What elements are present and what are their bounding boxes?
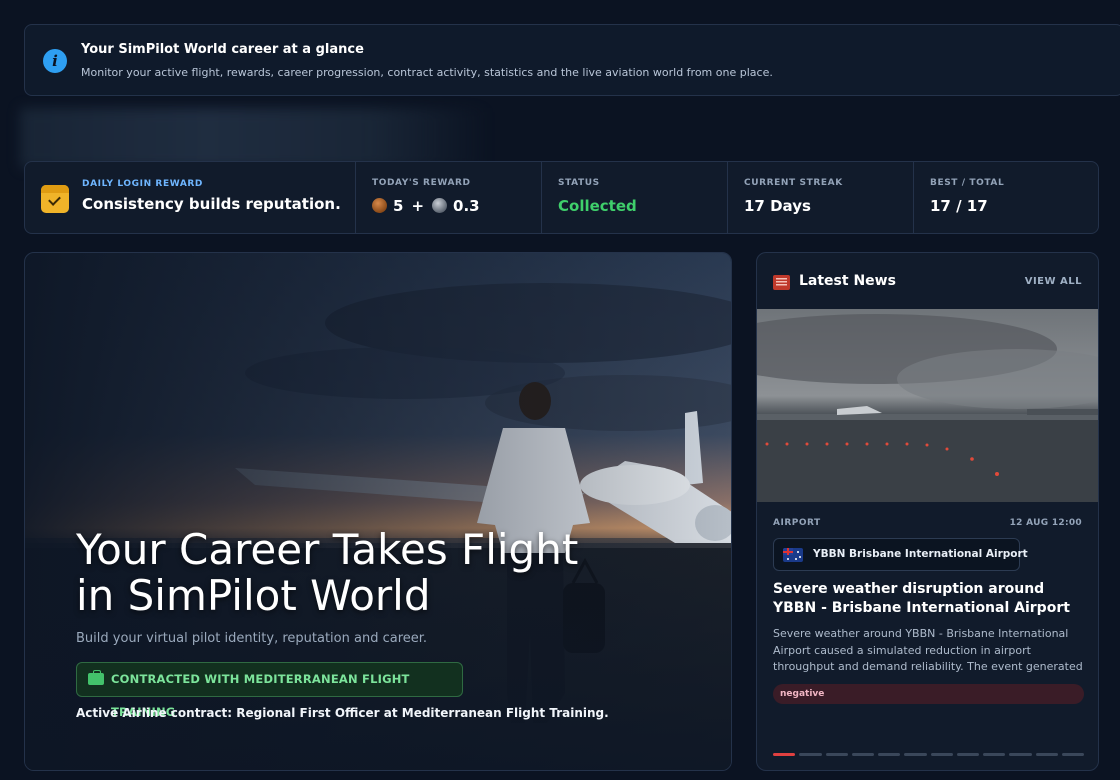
streak-value: 17 Days (744, 197, 811, 215)
carousel-dot[interactable] (825, 753, 848, 756)
carousel-dot[interactable] (878, 753, 901, 756)
todays-reward-label: TODAY'S REWARD (372, 178, 471, 188)
carousel-dot[interactable] (851, 753, 874, 756)
status-value: Collected (558, 197, 637, 215)
reward-secondary-amount: 0.3 (453, 197, 480, 215)
airport-chip[interactable]: YBBN Brisbane International Airport (773, 538, 1028, 571)
bronze-coin-icon (372, 198, 387, 213)
hero-title: Your Career Takes Flight in SimPilot Wor… (76, 527, 676, 619)
news-title: Latest News (799, 273, 896, 289)
carousel-dot[interactable] (956, 753, 979, 756)
daily-reward-intro: DAILY LOGIN REWARD Consistency builds re… (25, 162, 356, 233)
todays-reward-value: 5 +0.3 (372, 197, 525, 215)
banner-subtitle: Monitor your active flight, rewards, car… (81, 66, 773, 79)
best-total-label: BEST / TOTAL (930, 178, 1005, 188)
daily-reward-tagline: Consistency builds reputation. (82, 195, 341, 213)
daily-reward-label: DAILY LOGIN REWARD (82, 179, 204, 189)
carousel-dot[interactable] (930, 753, 953, 756)
carousel-dot[interactable] (1009, 753, 1032, 756)
reward-primary-amount: 5 (393, 197, 404, 215)
todays-reward-cell: TODAY'S REWARD 5 +0.3 (356, 162, 542, 233)
carousel-dot[interactable] (1035, 753, 1058, 756)
news-category: AIRPORT (773, 518, 821, 528)
sentiment-badge: negative (773, 684, 1084, 704)
hero-title-line2: in SimPilot World (76, 571, 431, 620)
status-label: STATUS (558, 178, 600, 188)
info-icon: i (43, 49, 67, 73)
hero-card: Your Career Takes Flight in SimPilot Wor… (24, 252, 732, 771)
view-all-link[interactable]: VIEW ALL (1025, 276, 1082, 287)
blurred-region (20, 108, 490, 168)
calendar-check-icon (41, 185, 69, 213)
carousel-dot[interactable] (983, 753, 1006, 756)
news-summary: Severe weather around YBBN - Brisbane In… (773, 627, 1083, 677)
carousel-dot[interactable] (773, 753, 796, 756)
australia-flag-icon (783, 548, 803, 562)
carousel-indicator (773, 753, 1084, 756)
active-contract-text: Active Airline contract: Regional First … (76, 706, 609, 720)
status-cell: STATUS Collected (542, 162, 728, 233)
news-date: 12 AUG 12:00 (1009, 518, 1082, 528)
hero-subtitle: Build your virtual pilot identity, reput… (76, 631, 428, 646)
info-banner: i Your SimPilot World career at a glance… (24, 24, 1120, 96)
banner-title: Your SimPilot World career at a glance (81, 42, 364, 57)
best-total-value: 17 / 17 (930, 197, 988, 215)
news-image[interactable] (757, 309, 1099, 502)
hero-title-line1: Your Career Takes Flight (76, 525, 579, 574)
carousel-dot[interactable] (1061, 753, 1084, 756)
silver-coin-icon (432, 198, 448, 213)
briefcase-icon (88, 670, 104, 685)
airport-chip-label: YBBN Brisbane International Airport (813, 548, 1028, 560)
streak-label: CURRENT STREAK (744, 178, 843, 188)
daily-reward-bar: DAILY LOGIN REWARD Consistency builds re… (24, 161, 1099, 234)
reward-plus: + (411, 197, 425, 215)
newspaper-icon (773, 275, 790, 290)
news-headline[interactable]: Severe weather disruption around YBBN - … (773, 580, 1084, 618)
best-total-cell: BEST / TOTAL 17 / 17 (914, 162, 1084, 233)
contract-badge[interactable]: CONTRACTED WITH MEDITERRANEAN FLIGHT TRA… (76, 662, 463, 719)
carousel-dot[interactable] (799, 753, 822, 756)
streak-cell: CURRENT STREAK 17 Days (728, 162, 914, 233)
carousel-dot[interactable] (904, 753, 927, 756)
latest-news-panel: Latest News VIEW ALL AIRPORT 12 AUG 12:0… (756, 252, 1099, 771)
